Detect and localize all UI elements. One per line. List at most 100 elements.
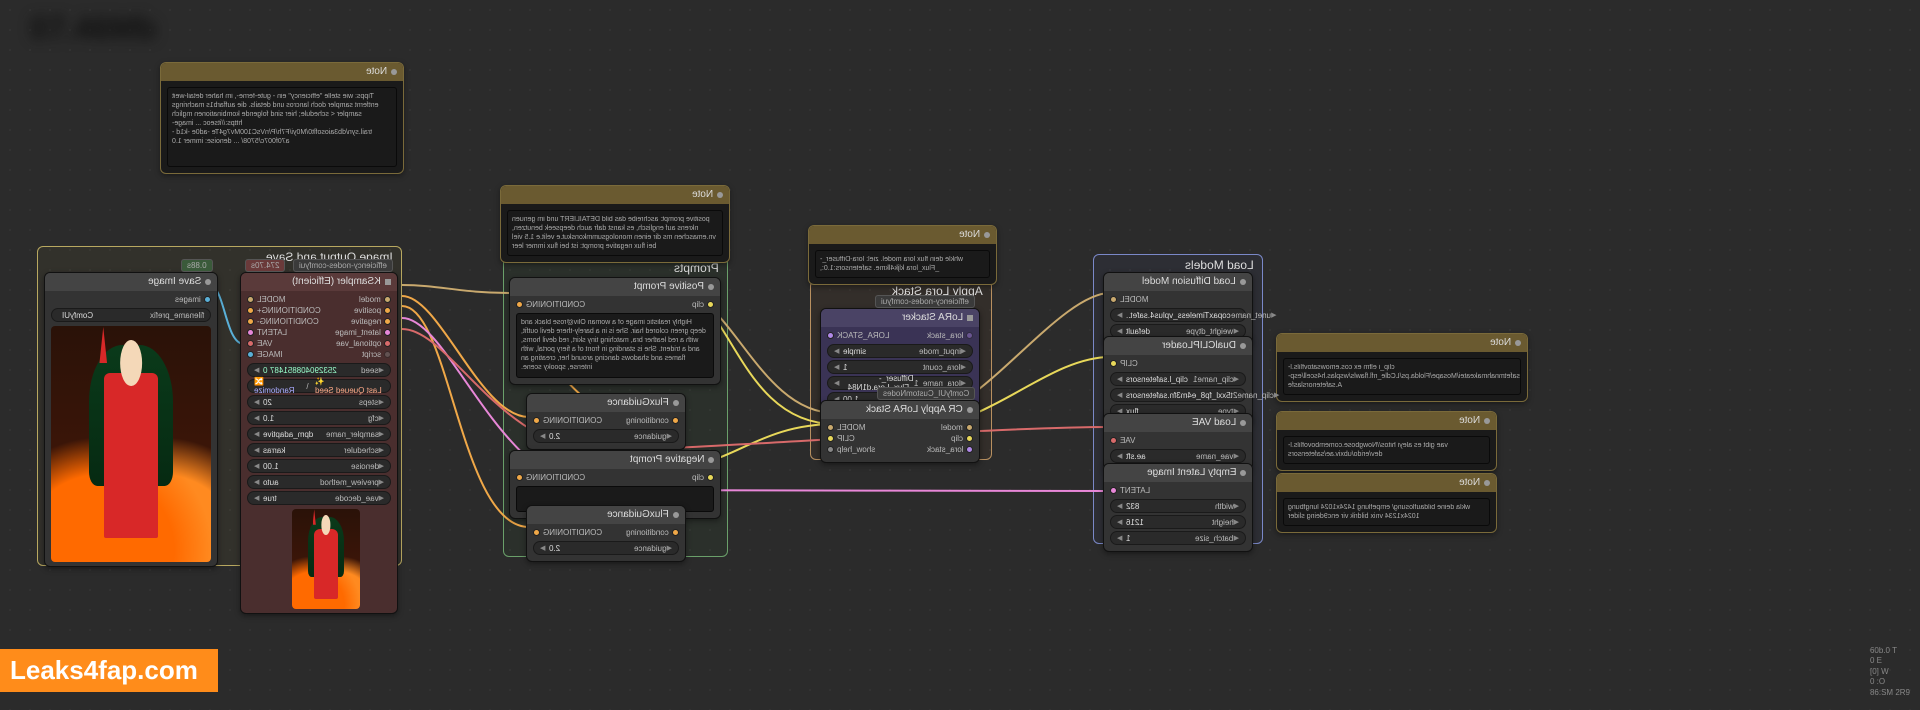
- widget-input-mode[interactable]: ◀simpleinput_mode▶: [827, 344, 973, 358]
- in-positive[interactable]: positive: [335, 306, 391, 315]
- in-lora-stack[interactable]: lora_stack: [927, 331, 973, 340]
- widget-guidance[interactable]: ◀2.0guidance▶: [533, 429, 679, 443]
- prompt-text[interactable]: Highly realistic image of a woman Oliv@r…: [516, 313, 714, 378]
- note-text[interactable]: whkle dein flux lora model. ziel: lora-D…: [815, 250, 990, 278]
- out-model[interactable]: MODEL: [1110, 295, 1148, 304]
- node-save-image[interactable]: 0.88s Save Image images ComfyUIfilename_…: [44, 272, 218, 567]
- in-vae[interactable]: optional_vae: [335, 339, 391, 348]
- widget-clip2[interactable]: ◀t5xxl_fp8_e4m3fn.safetensorsclip_name2▶: [1110, 388, 1246, 402]
- node-dual-clip[interactable]: DualCLIPLoader CLIP ◀clip_l.safetensorsc…: [1103, 336, 1253, 425]
- collapse-icon[interactable]: [673, 400, 679, 406]
- node-graph-canvas[interactable]: Load Models Apply Lora Stack Prompts Ima…: [0, 0, 1920, 710]
- widget-height[interactable]: ◀1216height▶: [1110, 515, 1246, 529]
- collapse-icon[interactable]: [391, 69, 397, 75]
- note-text[interactable]: positive prompt: aschreibe das bild DETA…: [507, 210, 723, 256]
- collapse-icon[interactable]: [1240, 470, 1246, 476]
- collapse-icon[interactable]: [967, 407, 973, 413]
- in-lora[interactable]: lora_stack: [927, 445, 973, 454]
- note-vae[interactable]: Note vae gibt es aleyi hitos//Nowgbose.c…: [1276, 411, 1497, 471]
- note-clip[interactable]: Note clip_i elfm ex cos.emowsatovflils.l…: [1276, 333, 1528, 402]
- out-help[interactable]: show_help: [827, 445, 875, 454]
- collapse-icon[interactable]: [1240, 343, 1246, 349]
- node-flux-guidance-neg[interactable]: FluxGuidance CONDITIONING conditioning ◀…: [526, 505, 686, 562]
- collapse-icon[interactable]: [717, 192, 723, 198]
- in-latent[interactable]: latent_image: [335, 328, 391, 337]
- node-positive-prompt[interactable]: Positive Prompt CONDITIONING clip Highly…: [509, 277, 721, 385]
- note-latent[interactable]: Note wkla deine bildauflosung/ empeflung…: [1276, 473, 1497, 533]
- in-clip[interactable]: clip: [692, 473, 714, 482]
- collapse-icon[interactable]: [708, 284, 714, 290]
- out-clip[interactable]: CLIP: [827, 434, 875, 443]
- watermark: Leaks4fap.com: [0, 649, 218, 692]
- out-vae[interactable]: VAE: [247, 339, 321, 348]
- save-image-preview[interactable]: [51, 326, 211, 562]
- in-negative[interactable]: negative: [335, 317, 391, 326]
- out-clip[interactable]: CLIP: [1110, 359, 1138, 368]
- collapse-icon[interactable]: [1515, 340, 1521, 346]
- in-cond[interactable]: conditioning: [626, 416, 679, 425]
- in-script[interactable]: script: [335, 350, 391, 359]
- widget-sampler[interactable]: ◀dpm_adaptivesampler_name▶: [247, 427, 391, 441]
- out-cond[interactable]: CONDITIONING: [533, 528, 602, 537]
- widget-lora-count[interactable]: ◀1lora_count▶: [827, 360, 973, 374]
- widget-scheduler[interactable]: ◀karrasscheduler▶: [247, 443, 391, 457]
- note-text[interactable]: vae gibt es aleyi hitos//Nowgbose.comemb…: [1283, 436, 1490, 464]
- collapse-icon[interactable]: [708, 457, 714, 463]
- in-clip[interactable]: clip: [927, 434, 973, 443]
- note-models[interactable]: Note whkle dein flux lora model. ziel: l…: [808, 225, 997, 285]
- out-cond[interactable]: CONDITIONING: [516, 473, 585, 482]
- collapse-icon[interactable]: [1240, 420, 1246, 426]
- node-cr-apply-lora[interactable]: ComfyUI_CustomNodes CR Apply LoRA Stack …: [820, 400, 980, 463]
- out-cond-neg[interactable]: CONDITIONING-: [247, 317, 321, 326]
- note-text[interactable]: clip_i elfm ex cos.emowsatovflils.l-alv/…: [1283, 358, 1521, 395]
- widget-width[interactable]: ◀832width▶: [1110, 499, 1246, 513]
- out-image[interactable]: IMAGE: [247, 350, 321, 359]
- widget-unet-name[interactable]: ◀copaxTimeless_vplus4.safet..unet_name▶: [1110, 308, 1246, 322]
- node-time-badge: 274.70s: [245, 259, 285, 272]
- collapse-icon[interactable]: [1240, 279, 1246, 285]
- collapse-icon[interactable]: [385, 279, 391, 285]
- collapse-icon[interactable]: [967, 315, 973, 321]
- out-latent[interactable]: LATENT: [1110, 486, 1150, 495]
- node-load-vae[interactable]: Load VAE VAE ◀ae.sftvae_name▶: [1103, 413, 1253, 470]
- widget-preview[interactable]: ◀autopreview_method▶: [247, 475, 391, 489]
- widget-steps[interactable]: ◀20steps▶: [247, 395, 391, 409]
- widget-vae-decode[interactable]: ◀truevae_decode▶: [247, 491, 391, 505]
- widget-vae-name[interactable]: ◀ae.sftvae_name▶: [1110, 449, 1246, 463]
- collapse-icon[interactable]: [205, 279, 211, 285]
- collapse-icon[interactable]: [673, 512, 679, 518]
- widget-denoise[interactable]: ◀1.00denoise▶: [247, 459, 391, 473]
- widget-seed-control[interactable]: 🔀 Randomize/✨ Last Queued Seed: [247, 379, 391, 393]
- node-load-diffusion[interactable]: Load Diffusion Model MODEL ◀copaxTimeles…: [1103, 272, 1253, 345]
- in-clip[interactable]: clip: [692, 300, 714, 309]
- out-cond[interactable]: CONDITIONING: [516, 300, 585, 309]
- widget-guidance[interactable]: ◀2.0guidance▶: [533, 541, 679, 555]
- note-text[interactable]: Tipps: wie stelle "efficiency" ein - gut…: [167, 87, 397, 167]
- out-lora-stack[interactable]: LORA_STACK: [827, 331, 889, 340]
- collapse-icon[interactable]: [1484, 418, 1490, 424]
- node-ksampler[interactable]: efficiency-nodes-comfyui 274.70s KSample…: [240, 272, 398, 614]
- out-latent[interactable]: LATENT: [247, 328, 321, 337]
- collapse-icon[interactable]: [984, 232, 990, 238]
- in-images[interactable]: images: [175, 295, 211, 304]
- widget-filename-prefix[interactable]: ComfyUIfilename_prefix: [51, 308, 211, 322]
- out-cond[interactable]: CONDITIONING: [533, 416, 602, 425]
- out-vae[interactable]: VAE: [1110, 436, 1135, 445]
- out-cond-pos[interactable]: CONDITIONING+: [247, 306, 321, 315]
- node-title: Load VAE: [1104, 414, 1252, 432]
- node-flux-guidance-pos[interactable]: FluxGuidance CONDITIONING conditioning ◀…: [526, 393, 686, 450]
- node-empty-latent[interactable]: Empty Latent Image LATENT ◀832width▶ ◀12…: [1103, 463, 1253, 552]
- note-tipps[interactable]: Note Tipps: wie stelle "efficiency" ein …: [160, 62, 404, 174]
- widget-seed[interactable]: ◀0 253290408851487seed▶: [247, 363, 391, 377]
- widget-batch[interactable]: ◀1batch_size▶: [1110, 531, 1246, 545]
- out-model[interactable]: MODEL: [247, 295, 321, 304]
- widget-clip1[interactable]: ◀clip_l.safetensorsclip_name1▶: [1110, 372, 1246, 386]
- in-model[interactable]: model: [335, 295, 391, 304]
- in-model[interactable]: model: [927, 423, 973, 432]
- widget-cfg[interactable]: ◀1.0cfg▶: [247, 411, 391, 425]
- note-text[interactable]: wkla deine bildauflosung/ empeflung 1424…: [1283, 498, 1490, 526]
- in-cond[interactable]: conditioning: [626, 528, 679, 537]
- collapse-icon[interactable]: [1484, 480, 1490, 486]
- out-model[interactable]: MODEL: [827, 423, 875, 432]
- note-prompts[interactable]: Note positive prompt: aschreibe das bild…: [500, 185, 730, 263]
